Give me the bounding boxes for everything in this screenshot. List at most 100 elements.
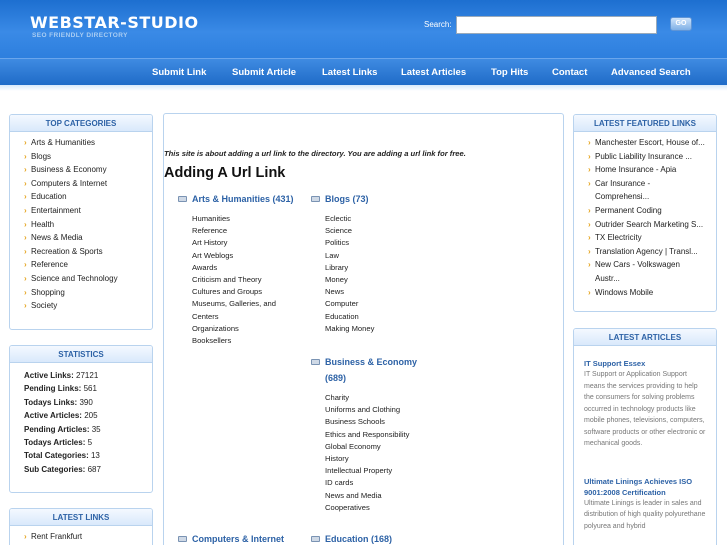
latest-articles-box: LATEST ARTICLES IT Support Essex IT Supp… — [573, 328, 717, 545]
subcategory-link[interactable]: News and Media — [325, 490, 436, 502]
subcategory-link[interactable]: Computer — [325, 298, 441, 310]
subcategory-link[interactable]: Uniforms and Clothing — [325, 404, 436, 416]
article-title-link[interactable]: IT Support Essex — [584, 358, 706, 369]
stat-label: Todays Links: — [24, 397, 78, 407]
category-link[interactable]: Society — [24, 299, 152, 313]
search-input[interactable] — [456, 16, 657, 34]
category-heading[interactable]: Computers & Internet — [178, 531, 308, 545]
subcategory-link[interactable]: Global Economy — [325, 441, 436, 453]
folder-icon — [178, 196, 187, 202]
featured-link[interactable]: Home Insurance - Apia — [588, 163, 708, 177]
site-header: WEBSTAR-STUDIO SEO FRIENDLY DIRECTORY Se… — [0, 0, 727, 58]
category-name[interactable]: Arts & Humanities (431) — [192, 191, 294, 207]
featured-links-box: LATEST FEATURED LINKS Manchester Escort,… — [573, 114, 717, 312]
subcategory-link[interactable]: Awards — [192, 262, 308, 274]
category-link[interactable]: Entertainment — [24, 204, 152, 218]
category-name[interactable]: Computers & Internet — [192, 531, 284, 545]
subcategory-list: Eclectic Science Politics Law Library Mo… — [325, 213, 441, 335]
stat-label: Pending Links: — [24, 384, 82, 394]
category-link[interactable]: Blogs — [24, 150, 152, 164]
stat-value: 5 — [87, 438, 93, 448]
subcategory-link[interactable]: Eclectic — [325, 213, 441, 225]
nav-latest-links[interactable]: Latest Links — [322, 67, 377, 78]
subcategory-link[interactable]: Reference — [192, 225, 308, 237]
featured-link[interactable]: Permanent Coding — [588, 204, 708, 218]
featured-link[interactable]: TX Electricity — [588, 231, 708, 245]
stat-row: Active Articles: 205 — [24, 409, 152, 422]
category-heading[interactable]: Arts & Humanities (431) — [178, 191, 308, 207]
nav-contact[interactable]: Contact — [552, 67, 587, 78]
category-heading[interactable]: Business & Economy (689) — [311, 354, 436, 386]
category-link[interactable]: Reference — [24, 258, 152, 272]
subcategory-link[interactable]: Intellectual Property — [325, 465, 436, 477]
stat-value: 390 — [79, 397, 93, 407]
subcategory-link[interactable]: Making Money — [325, 323, 441, 335]
featured-link[interactable]: Windows Mobile — [588, 286, 708, 300]
category-block: Computers & Internet — [178, 531, 308, 545]
search-go-button[interactable]: GO — [670, 17, 692, 31]
stat-row: Pending Links: 561 — [24, 382, 152, 395]
category-heading[interactable]: Education (168) — [311, 531, 441, 545]
latest-link[interactable]: Rent Frankfurt — [24, 530, 152, 544]
subcategory-link[interactable]: Ethics and Responsibility — [325, 429, 436, 441]
folder-icon — [178, 536, 187, 542]
subcategory-link[interactable]: Organizations — [192, 323, 308, 335]
featured-links-list: Manchester Escort, House of... Public Li… — [574, 132, 716, 299]
subcategory-link[interactable]: Education — [325, 311, 441, 323]
subcategory-link[interactable]: ID cards — [325, 477, 436, 489]
nav-top-hits[interactable]: Top Hits — [491, 67, 528, 78]
subcategory-link[interactable]: Money — [325, 274, 441, 286]
featured-link[interactable]: New Cars - Volkswagen Austr... — [588, 258, 688, 285]
subcategory-link[interactable]: Cooperatives — [325, 502, 436, 514]
nav-advanced-search[interactable]: Advanced Search — [611, 67, 691, 78]
category-link[interactable]: Recreation & Sports — [24, 245, 152, 259]
subcategory-link[interactable]: Art Weblogs — [192, 250, 308, 262]
category-heading[interactable]: Blogs (73) — [311, 191, 441, 207]
featured-link[interactable]: Car Insurance - Comprehensi... — [588, 177, 668, 204]
nav-submit-link[interactable]: Submit Link — [152, 67, 206, 78]
subcategory-link[interactable]: Business Schools — [325, 416, 436, 428]
category-link[interactable]: Education — [24, 190, 152, 204]
subcategory-link[interactable]: Charity — [325, 392, 436, 404]
subcategory-link[interactable]: Politics — [325, 237, 441, 249]
category-link[interactable]: Shopping — [24, 286, 152, 300]
stat-value: 13 — [90, 451, 100, 461]
category-name[interactable]: Business & Economy (689) — [325, 354, 436, 386]
category-name[interactable]: Education (168) — [325, 531, 392, 545]
subcategory-link[interactable]: News — [325, 286, 441, 298]
nav-submit-article[interactable]: Submit Article — [232, 67, 296, 78]
stat-label: Active Articles: — [24, 411, 82, 421]
subcategory-link[interactable]: History — [325, 453, 436, 465]
subcategory-link[interactable]: Law — [325, 250, 441, 262]
category-block: Business & Economy (689) Charity Uniform… — [311, 354, 436, 514]
subcategory-link[interactable]: Science — [325, 225, 441, 237]
featured-link[interactable]: Translation Agency | Transl... — [588, 245, 708, 259]
stat-row: Active Links: 27121 — [24, 369, 152, 382]
site-logo[interactable]: WEBSTAR-STUDIO — [30, 13, 199, 32]
stat-row: Total Categories: 13 — [24, 449, 152, 462]
featured-link[interactable]: Public Liability Insurance ... — [588, 150, 708, 164]
article-title-link[interactable]: Ultimate Linings Achieves ISO 9001:2008 … — [584, 476, 706, 498]
subcategory-link[interactable]: Booksellers — [192, 335, 308, 347]
category-link[interactable]: News & Media — [24, 231, 152, 245]
stat-row: Todays Articles: 5 — [24, 436, 152, 449]
category-link[interactable]: Health — [24, 218, 152, 232]
main-nav: Submit Link Submit Article Latest Links … — [0, 58, 727, 85]
subcategory-link[interactable]: Cultures and Groups — [192, 286, 308, 298]
subcategory-link[interactable]: Library — [325, 262, 441, 274]
category-link[interactable]: Computers & Internet — [24, 177, 152, 191]
category-link[interactable]: Business & Economy — [24, 163, 152, 177]
nav-latest-articles[interactable]: Latest Articles — [401, 67, 466, 78]
featured-link[interactable]: Manchester Escort, House of... — [588, 136, 708, 150]
subcategory-link[interactable]: Museums, Galleries, and Centers — [192, 298, 292, 322]
stat-value: 561 — [83, 384, 97, 394]
category-name[interactable]: Blogs (73) — [325, 191, 369, 207]
subcategory-link[interactable]: Art History — [192, 237, 308, 249]
category-link[interactable]: Arts & Humanities — [24, 136, 152, 150]
subcategory-list: Charity Uniforms and Clothing Business S… — [325, 392, 436, 514]
featured-link[interactable]: Outrider Search Marketing S... — [588, 218, 708, 232]
category-link[interactable]: Science and Technology — [24, 272, 152, 286]
subcategory-link[interactable]: Humanities — [192, 213, 308, 225]
subcategory-link[interactable]: Criticism and Theory — [192, 274, 308, 286]
top-categories-list: Arts & Humanities Blogs Business & Econo… — [10, 132, 152, 313]
